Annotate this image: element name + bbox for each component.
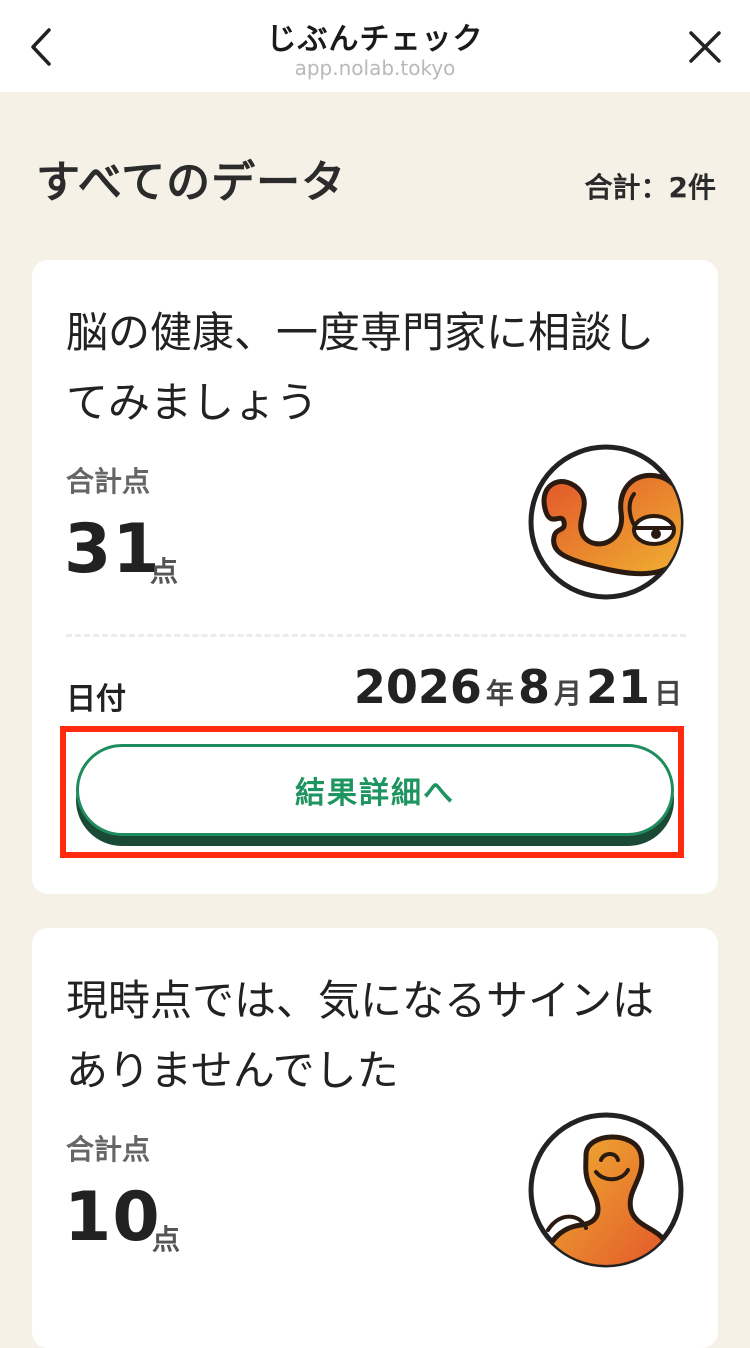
top-nav-bar: じぶんチェック app.nolab.tokyo xyxy=(0,0,750,92)
result-detail-button[interactable]: 結果詳細へ xyxy=(76,744,674,836)
card-title: 現時点では、気になるサインはありませんでした xyxy=(66,976,655,1095)
date-year-unit: 年 xyxy=(485,677,514,710)
score-unit: 点 xyxy=(152,1223,181,1256)
score-label: 合計点 xyxy=(66,465,151,498)
date-month: 8 xyxy=(517,660,550,714)
result-card: 現時点では、気になるサインはありませんでした 合計点 10 点 xyxy=(32,928,718,1348)
score-label: 合計点 xyxy=(66,1133,151,1166)
date-day: 21 xyxy=(585,660,650,714)
date-label: 日付 xyxy=(66,682,126,717)
score-unit: 点 xyxy=(150,555,179,588)
nav-title: じぶんチェック xyxy=(266,22,484,57)
sleepy-octopus-mascot-icon xyxy=(526,442,686,602)
card-title: 脳の健康、一度専門家に相談してみましょう xyxy=(66,308,655,427)
dashed-divider xyxy=(66,634,686,637)
happy-octopus-mascot-icon xyxy=(526,1110,686,1270)
date-day-unit: 日 xyxy=(653,677,682,710)
total-count: 合計：2件 xyxy=(584,171,716,204)
close-button[interactable] xyxy=(682,24,728,70)
nav-url: app.nolab.tokyo xyxy=(294,56,456,80)
date-value: 2026 年8 月21 日 xyxy=(354,660,686,714)
date-year: 2026 xyxy=(353,660,482,714)
score-value: 31 xyxy=(64,510,161,589)
close-icon xyxy=(689,31,721,63)
page-title: すべてのデータ xyxy=(36,157,347,208)
score-value: 10 xyxy=(64,1178,161,1257)
date-month-unit: 月 xyxy=(553,677,582,710)
